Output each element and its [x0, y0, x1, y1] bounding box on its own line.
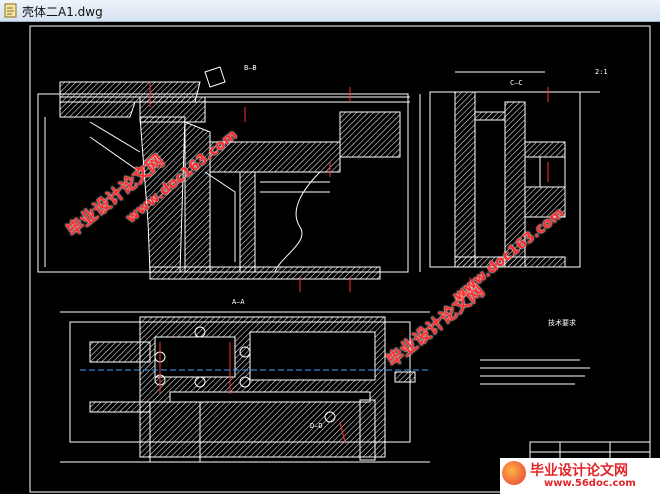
section-label-aa: A—A — [232, 298, 245, 306]
dwg-file-icon — [4, 3, 17, 18]
site-title: 毕业设计论文网 — [530, 463, 628, 479]
section-label-cc: C—C — [510, 79, 523, 87]
site-logo-icon — [502, 461, 526, 485]
site-url: www.56doc.com — [544, 478, 636, 489]
section-label-bb: B—B — [244, 64, 257, 72]
site-logo-badge: 毕业设计论文网 www.56doc.com — [500, 458, 660, 494]
scale-ratio: 2:1 — [595, 68, 608, 76]
notes-title: 技术要求 — [548, 319, 576, 327]
cad-drawing — [29, 25, 651, 493]
section-label-dd: D—D — [310, 422, 323, 430]
title-bar: 壳体二A1.dwg — [0, 0, 660, 22]
plan-section-view — [60, 311, 430, 463]
window-title: 壳体二A1.dwg — [22, 5, 103, 19]
technical-notes — [480, 359, 590, 385]
drawing-canvas[interactable]: B—B C—C A—A 2:1 技术要求 D—D 毕业设计论文网 www.doc… — [0, 22, 660, 494]
front-section-view — [37, 66, 421, 280]
